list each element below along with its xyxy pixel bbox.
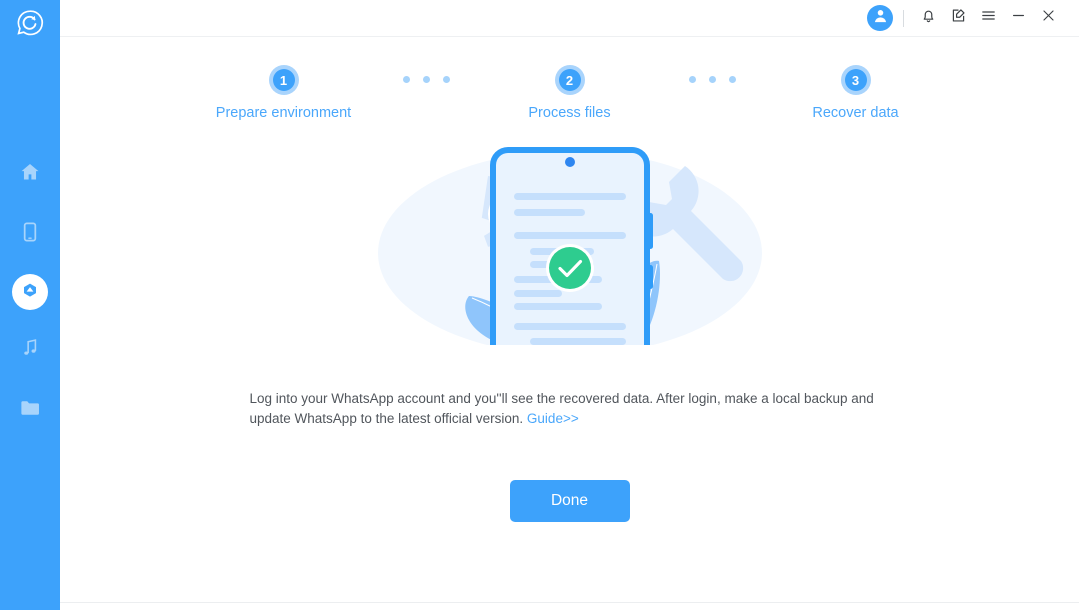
whatsapp-recovery-logo-icon bbox=[15, 8, 45, 43]
notifications-button[interactable] bbox=[913, 3, 943, 33]
sidebar-item-home[interactable] bbox=[10, 154, 50, 194]
feedback-button[interactable] bbox=[943, 3, 973, 33]
edit-note-icon bbox=[950, 7, 967, 29]
footer-divider bbox=[60, 602, 1079, 603]
step-recover-data: 3 Recover data bbox=[783, 65, 929, 121]
app-window: 1 Prepare environment 2 Process files 3 … bbox=[0, 0, 1079, 610]
phone-button bbox=[647, 213, 653, 249]
phone-button bbox=[647, 265, 653, 289]
connector-dot bbox=[729, 76, 736, 83]
connector-dot bbox=[403, 76, 410, 83]
step-badge-2: 2 bbox=[554, 65, 585, 95]
connector-dot bbox=[689, 76, 696, 83]
action-row: Done bbox=[60, 480, 1079, 522]
sidebar-item-recover[interactable] bbox=[12, 274, 48, 310]
step-badge-3: 3 bbox=[840, 65, 871, 95]
phone-icon bbox=[19, 221, 41, 248]
step-label-2: Process files bbox=[528, 105, 611, 121]
illustration bbox=[60, 135, 1079, 345]
minimize-icon bbox=[1010, 7, 1027, 29]
sidebar-item-files[interactable] bbox=[10, 390, 50, 430]
connector-dot bbox=[443, 76, 450, 83]
phone-document-success-illustration bbox=[377, 147, 762, 345]
step-connector-2 bbox=[643, 65, 783, 83]
connector-dot bbox=[709, 76, 716, 83]
sidebar-item-music[interactable] bbox=[10, 330, 50, 370]
minimize-button[interactable] bbox=[1003, 3, 1033, 33]
bell-icon bbox=[920, 7, 937, 29]
stepper: 1 Prepare environment 2 Process files 3 … bbox=[60, 37, 1079, 133]
done-button[interactable]: Done bbox=[509, 480, 630, 522]
folder-icon bbox=[19, 397, 41, 424]
step-label-1: Prepare environment bbox=[215, 105, 352, 121]
menu-button[interactable] bbox=[973, 3, 1003, 33]
sidebar-nav bbox=[0, 154, 60, 450]
user-avatar-icon bbox=[871, 6, 890, 30]
app-logo bbox=[0, 0, 60, 46]
home-icon bbox=[19, 161, 41, 188]
guide-link[interactable]: Guide>> bbox=[527, 411, 579, 426]
step-prepare-environment: 1 Prepare environment bbox=[211, 65, 357, 121]
cloud-recover-icon bbox=[20, 280, 40, 305]
step-connector-1 bbox=[357, 65, 497, 83]
titlebar-divider bbox=[903, 9, 904, 27]
music-note-icon bbox=[20, 337, 41, 363]
close-icon bbox=[1040, 7, 1057, 29]
connector-dot bbox=[423, 76, 430, 83]
step-label-3: Recover data bbox=[812, 105, 899, 121]
step-number-2: 2 bbox=[558, 69, 581, 91]
step-process-files: 2 Process files bbox=[497, 65, 643, 121]
hamburger-menu-icon bbox=[980, 7, 997, 29]
step-badge-1: 1 bbox=[268, 65, 299, 95]
phone-camera-dot bbox=[564, 157, 575, 167]
green-check-circle-icon bbox=[545, 244, 594, 292]
description-text: Log into your WhatsApp account and you''… bbox=[250, 389, 890, 429]
user-account-button[interactable] bbox=[867, 5, 893, 31]
sidebar bbox=[0, 0, 60, 610]
title-bar bbox=[60, 0, 1079, 37]
close-button[interactable] bbox=[1033, 3, 1063, 33]
step-number-1: 1 bbox=[272, 69, 295, 91]
sidebar-item-device[interactable] bbox=[10, 214, 50, 254]
step-number-3: 3 bbox=[844, 69, 867, 91]
main-area: 1 Prepare environment 2 Process files 3 … bbox=[60, 0, 1079, 610]
